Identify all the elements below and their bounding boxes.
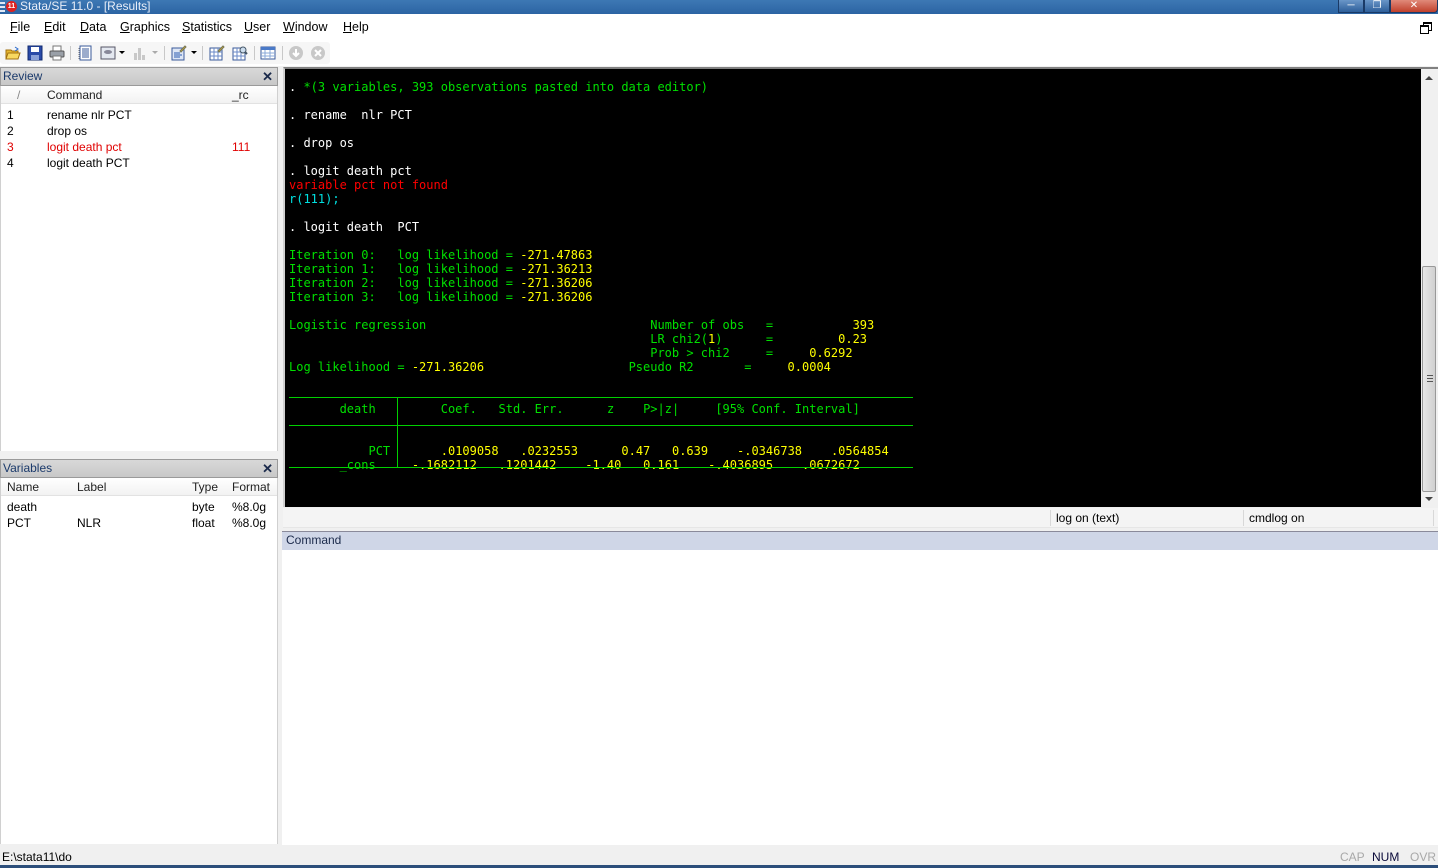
close-review-icon[interactable]: ✕ xyxy=(262,68,273,85)
app-badge: 11 xyxy=(6,1,17,12)
variable-row[interactable]: death byte %8.0g xyxy=(1,500,277,516)
title-bar: 11 Stata/SE 11.0 - [Results] ─ ❐ ✕ xyxy=(0,0,1438,14)
scrollbar-thumb[interactable] xyxy=(1422,266,1436,492)
menu-graphics[interactable]: Graphics xyxy=(120,20,170,34)
menu-window[interactable]: Window xyxy=(283,20,327,34)
window-title: Stata/SE 11.0 - [Results] xyxy=(20,0,151,13)
variables-column-header: Name Label Type Format xyxy=(1,478,277,496)
results-window: . *(3 variables, 393 observations pasted… xyxy=(283,67,1438,528)
minimize-button[interactable]: ─ xyxy=(1338,0,1364,13)
overwrite-indicator: OVR xyxy=(1410,850,1437,864)
close-button[interactable]: ✕ xyxy=(1390,0,1438,13)
window-controls: ─ ❐ ✕ xyxy=(1338,0,1438,13)
more-icon xyxy=(289,46,303,60)
menu-user[interactable]: User xyxy=(244,20,270,34)
variables-col-format[interactable]: Format xyxy=(232,480,270,494)
review-row-error[interactable]: 3 logit death pct 111 xyxy=(1,140,277,156)
scroll-up-icon[interactable] xyxy=(1425,76,1433,80)
status-bar: E:\stata11\do CAP NUM OVR xyxy=(0,846,1438,868)
variable-row[interactable]: PCT NLR float %8.0g xyxy=(1,516,277,532)
error-code-link[interactable]: r(111); xyxy=(289,192,340,206)
variables-manager-icon[interactable] xyxy=(260,45,276,61)
restore-icon: ❐ xyxy=(1372,0,1382,11)
variables-col-name[interactable]: Name xyxy=(7,480,39,494)
menu-file[interactable]: File xyxy=(10,20,30,34)
working-directory: E:\stata11\do xyxy=(2,850,72,864)
review-column-header: / Command _rc xyxy=(1,86,277,104)
open-icon[interactable] xyxy=(5,45,21,61)
num-lock-indicator: NUM xyxy=(1372,850,1400,864)
save-icon[interactable] xyxy=(27,45,43,61)
toolbar xyxy=(0,40,1438,66)
table-header-rule xyxy=(289,425,913,426)
variables-panel-header: Variables ✕ xyxy=(0,459,278,478)
data-editor-icon[interactable] xyxy=(209,45,225,61)
review-panel-header: Review ✕ xyxy=(0,67,278,86)
results-output: . *(3 variables, 393 observations pasted… xyxy=(289,80,889,528)
caps-lock-indicator: CAP xyxy=(1340,850,1365,864)
cmdlog-status: cmdlog on xyxy=(1249,511,1305,525)
menu-help[interactable]: Help xyxy=(343,20,369,34)
break-icon xyxy=(311,46,325,60)
do-file-editor-icon[interactable] xyxy=(171,45,187,61)
log-status: log on (text) xyxy=(1056,511,1120,525)
do-file-dropdown-icon[interactable] xyxy=(191,51,197,54)
menu-data[interactable]: Data xyxy=(80,20,106,34)
minimize-icon: ─ xyxy=(1347,0,1355,11)
review-col-num[interactable]: / xyxy=(17,88,20,102)
viewer-icon[interactable] xyxy=(100,45,116,61)
menu-statistics[interactable]: Statistics xyxy=(182,20,232,34)
menu-edit[interactable]: Edit xyxy=(44,20,66,34)
data-browser-icon[interactable] xyxy=(232,45,248,61)
menu-bar: File Edit Data Graphics Statistics User … xyxy=(0,14,1438,40)
log-status-bar: log on (text) cmdlog on xyxy=(283,508,1438,528)
review-row[interactable]: 1 rename nlr PCT xyxy=(1,108,277,124)
log-icon[interactable] xyxy=(77,45,93,61)
close-icon: ✕ xyxy=(1409,0,1419,11)
graph-icon xyxy=(134,48,145,60)
variables-col-label[interactable]: Label xyxy=(77,480,106,494)
review-row[interactable]: 2 drop os xyxy=(1,124,277,140)
table-vertical-rule xyxy=(397,397,398,468)
maximize-button[interactable]: ❐ xyxy=(1364,0,1390,13)
mdi-restore-icon[interactable] xyxy=(1420,22,1432,34)
close-variables-icon[interactable]: ✕ xyxy=(262,460,273,477)
stata-app-icon[interactable]: 11 xyxy=(0,0,17,13)
variables-panel: Name Label Type Format death byte %8.0g … xyxy=(0,478,278,844)
review-panel: / Command _rc 1 rename nlr PCT 2 drop os… xyxy=(0,86,278,451)
command-title: Command xyxy=(286,533,342,547)
grip-icon xyxy=(1427,375,1433,383)
review-col-command[interactable]: Command xyxy=(47,88,102,102)
variables-col-type[interactable]: Type xyxy=(192,480,218,494)
variables-title: Variables xyxy=(3,461,53,475)
command-panel-header: Command xyxy=(282,531,1438,550)
review-row[interactable]: 4 logit death PCT xyxy=(1,156,277,172)
table-top-rule xyxy=(289,397,913,398)
review-col-rc[interactable]: _rc xyxy=(232,88,249,102)
results-scrollbar[interactable] xyxy=(1421,69,1438,507)
viewer-dropdown-icon[interactable] xyxy=(119,51,125,54)
graph-dropdown-icon xyxy=(152,51,158,54)
table-bottom-rule xyxy=(289,467,913,468)
scroll-down-icon[interactable] xyxy=(1425,497,1433,501)
review-title: Review xyxy=(3,69,43,83)
print-icon[interactable] xyxy=(49,45,65,61)
command-input[interactable] xyxy=(282,550,1438,845)
error-message: variable pct not found xyxy=(289,178,448,192)
